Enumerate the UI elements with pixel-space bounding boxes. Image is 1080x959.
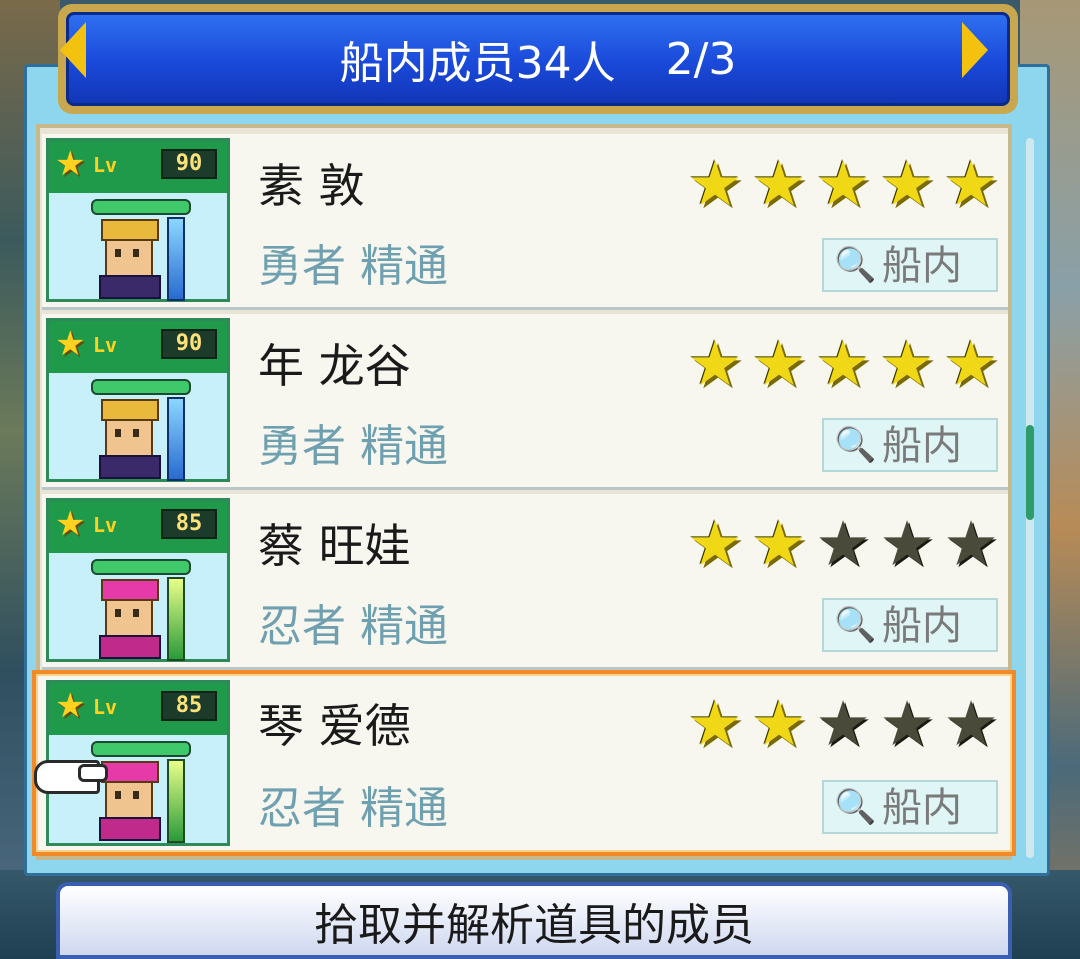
footer-bar: 拾取并解析道具的成员 bbox=[56, 882, 1012, 959]
member-name: 素 敦 bbox=[258, 159, 365, 213]
star-filled-icon: ★ bbox=[687, 147, 743, 220]
star-filled-icon: ★ bbox=[879, 147, 935, 220]
arrow-right-icon[interactable] bbox=[962, 22, 988, 78]
hp-bar bbox=[91, 379, 191, 395]
star-filled-icon: ★ bbox=[751, 147, 807, 220]
star-empty-icon: ★ bbox=[879, 507, 935, 580]
member-row[interactable]: ★ Lv 85 蔡 旺娃 忍者 精通 ★ ★ ★ ★ ★ 🔍 船内 bbox=[42, 494, 1008, 670]
location-badge: 🔍 船内 bbox=[822, 238, 998, 292]
pointing-hand-icon bbox=[34, 752, 108, 794]
location-text: 船内 bbox=[882, 785, 962, 831]
scrollbar-thumb[interactable] bbox=[1026, 425, 1034, 520]
star-empty-icon: ★ bbox=[879, 687, 935, 760]
location-text: 船内 bbox=[882, 243, 962, 289]
magnifier-icon: 🔍 bbox=[834, 787, 877, 827]
member-name: 蔡 旺娃 bbox=[258, 519, 411, 573]
member-role: 忍者 精通 bbox=[258, 783, 448, 834]
hp-bar bbox=[91, 741, 191, 757]
star-icon: ★ bbox=[55, 504, 86, 544]
member-rating: ★ ★ ★ ★ ★ bbox=[686, 512, 1000, 576]
level-bar: ★ Lv 85 bbox=[49, 683, 227, 735]
weapon-sprite bbox=[167, 217, 185, 301]
character-sprite bbox=[95, 579, 161, 659]
star-icon: ★ bbox=[55, 324, 86, 364]
member-rating: ★ ★ ★ ★ ★ bbox=[686, 152, 1000, 216]
weapon-sprite bbox=[167, 759, 185, 843]
member-rating: ★ ★ ★ ★ ★ bbox=[686, 332, 1000, 396]
magnifier-icon: 🔍 bbox=[834, 605, 877, 645]
location-badge: 🔍 船内 bbox=[822, 598, 998, 652]
magnifier-icon: 🔍 bbox=[834, 425, 877, 465]
character-sprite bbox=[95, 219, 161, 299]
level-bar: ★ Lv 90 bbox=[49, 141, 227, 193]
arrow-left-icon[interactable] bbox=[60, 22, 86, 78]
page-indicator: 2/3 bbox=[665, 33, 737, 85]
hp-bar bbox=[91, 559, 191, 575]
member-portrait: ★ Lv 90 bbox=[46, 138, 230, 302]
member-rating: ★ ★ ★ ★ ★ bbox=[686, 692, 1000, 756]
level-value: 90 bbox=[161, 149, 217, 179]
star-filled-icon: ★ bbox=[943, 327, 999, 400]
magnifier-icon: 🔍 bbox=[834, 245, 877, 285]
star-filled-icon: ★ bbox=[687, 327, 743, 400]
level-bar: ★ Lv 90 bbox=[49, 321, 227, 373]
level-value: 90 bbox=[161, 329, 217, 359]
level-value: 85 bbox=[161, 691, 217, 721]
star-empty-icon: ★ bbox=[815, 687, 871, 760]
star-filled-icon: ★ bbox=[879, 327, 935, 400]
star-icon: ★ bbox=[55, 144, 86, 184]
level-label: Lv bbox=[93, 695, 118, 719]
star-filled-icon: ★ bbox=[751, 327, 807, 400]
footer-text: 拾取并解析道具的成员 bbox=[314, 899, 754, 951]
star-empty-icon: ★ bbox=[815, 507, 871, 580]
location-text: 船内 bbox=[882, 423, 962, 469]
weapon-sprite bbox=[167, 397, 185, 481]
member-role: 勇者 精通 bbox=[258, 241, 448, 292]
location-badge: 🔍 船内 bbox=[822, 780, 998, 834]
star-empty-icon: ★ bbox=[943, 687, 999, 760]
title-banner-inner: 船内成员34人 2/3 bbox=[66, 12, 1010, 106]
level-bar: ★ Lv 85 bbox=[49, 501, 227, 553]
member-row[interactable]: ★ Lv 90 素 敦 勇者 精通 ★ ★ ★ ★ ★ 🔍 船内 bbox=[42, 134, 1008, 310]
star-filled-icon: ★ bbox=[815, 327, 871, 400]
member-name: 琴 爱德 bbox=[258, 699, 411, 753]
character-sprite bbox=[95, 399, 161, 479]
weapon-sprite bbox=[167, 577, 185, 661]
member-portrait: ★ Lv 85 bbox=[46, 498, 230, 662]
star-filled-icon: ★ bbox=[751, 687, 807, 760]
star-icon: ★ bbox=[55, 686, 86, 726]
star-filled-icon: ★ bbox=[687, 507, 743, 580]
hp-bar bbox=[91, 199, 191, 215]
level-value: 85 bbox=[161, 509, 217, 539]
level-label: Lv bbox=[93, 153, 118, 177]
title-banner: 船内成员34人 2/3 bbox=[58, 4, 1018, 114]
star-filled-icon: ★ bbox=[751, 507, 807, 580]
star-empty-icon: ★ bbox=[943, 507, 999, 580]
location-badge: 🔍 船内 bbox=[822, 418, 998, 472]
page-title: 船内成员34人 bbox=[339, 38, 616, 89]
location-text: 船内 bbox=[882, 603, 962, 649]
member-row-selected[interactable]: ★ Lv 85 琴 爱德 忍者 精通 ★ ★ ★ ★ ★ 🔍 船内 bbox=[32, 670, 1016, 856]
member-portrait: ★ Lv 90 bbox=[46, 318, 230, 482]
star-filled-icon: ★ bbox=[815, 147, 871, 220]
member-role: 勇者 精通 bbox=[258, 421, 448, 472]
level-label: Lv bbox=[93, 513, 118, 537]
star-filled-icon: ★ bbox=[687, 687, 743, 760]
level-label: Lv bbox=[93, 333, 118, 357]
star-filled-icon: ★ bbox=[943, 147, 999, 220]
member-row[interactable]: ★ Lv 90 年 龙谷 勇者 精通 ★ ★ ★ ★ ★ 🔍 船内 bbox=[42, 314, 1008, 490]
member-role: 忍者 精通 bbox=[258, 601, 448, 652]
member-name: 年 龙谷 bbox=[258, 339, 411, 393]
